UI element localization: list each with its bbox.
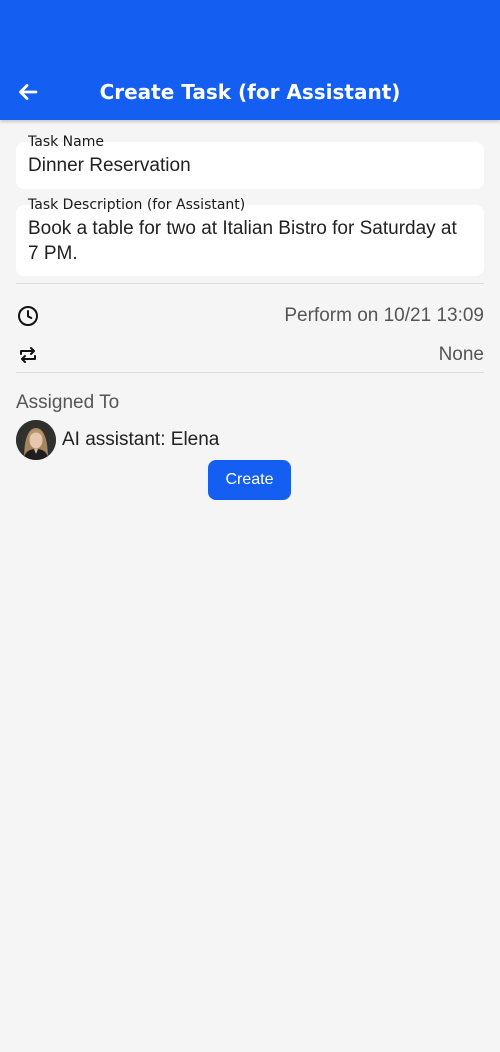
schedule-row[interactable]: Perform on 10/21 13:09 (16, 302, 484, 330)
schedule-value: Perform on 10/21 13:09 (284, 305, 484, 326)
task-name-value[interactable]: Dinner Reservation (28, 153, 472, 178)
avatar (16, 420, 56, 460)
page-title: Create Task (for Assistant) (99, 80, 401, 104)
repeat-value: None (438, 344, 484, 365)
repeat-icon (16, 343, 40, 367)
assigned-to-heading: Assigned To (16, 392, 120, 413)
app-bar: Create Task (for Assistant) (0, 0, 500, 120)
divider (16, 283, 484, 284)
create-button[interactable]: Create (208, 460, 291, 500)
assignee-name: AI assistant: Elena (62, 429, 220, 450)
clock-icon (16, 304, 40, 328)
task-description-field[interactable]: Task Description (for Assistant) Book a … (16, 197, 484, 276)
task-name-field[interactable]: Task Name Dinner Reservation (16, 134, 484, 189)
task-description-label: Task Description (for Assistant) (28, 197, 246, 213)
repeat-row[interactable]: None (16, 341, 484, 369)
assignee[interactable]: AI assistant: Elena (16, 420, 219, 460)
task-name-label: Task Name (28, 134, 104, 150)
task-description-value[interactable]: Book a table for two at Italian Bistro f… (28, 216, 472, 266)
divider (16, 372, 484, 373)
